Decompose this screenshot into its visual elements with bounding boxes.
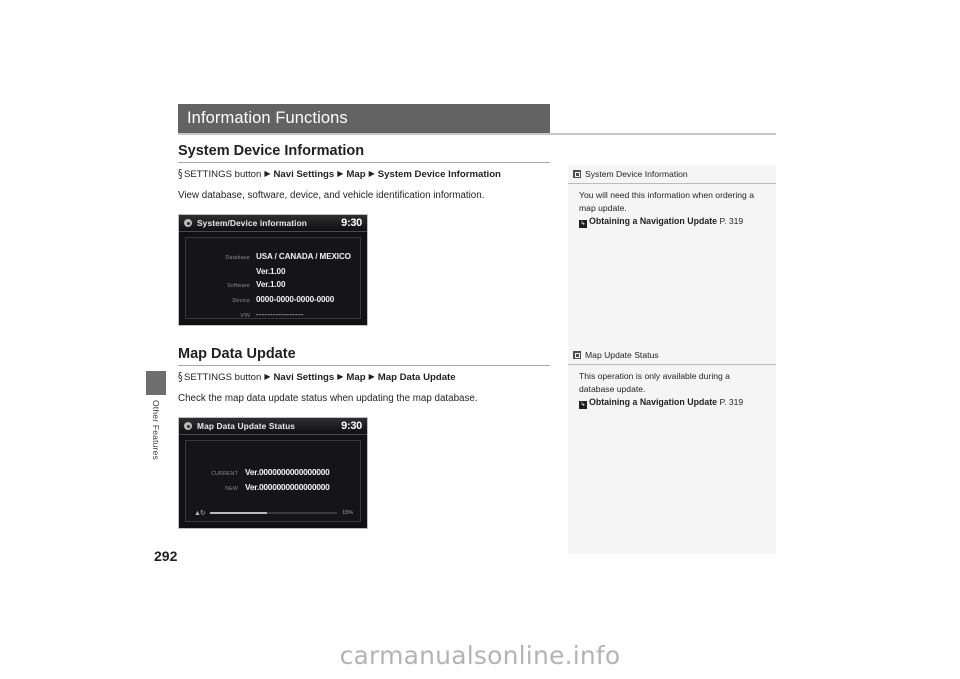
jump-reference-icon: ↳ [579, 401, 587, 409]
nav-info-row: Software Ver.1.00 [186, 278, 360, 293]
page-title: Information Functions [187, 109, 348, 127]
nav-info-row: VIN ----------------- [186, 308, 360, 323]
page-title-band: Information Functions [178, 104, 550, 133]
nav-screen-titlebar: System/Device information 9:30 [179, 215, 367, 232]
breadcrumb-arrow-icon: ▶ [264, 169, 271, 178]
progress-track [210, 512, 338, 514]
sidebar-note-reference[interactable]: ↳ Obtaining a Navigation Update P. 319 [579, 215, 766, 228]
sidebar-note-header: Map Update Status [568, 346, 776, 365]
breadcrumb-arrow-icon: ▶ [337, 372, 344, 381]
breadcrumb-arrow-icon: ▶ [368, 169, 375, 178]
breadcrumb-button-label: SETTINGS button [184, 169, 262, 180]
nav-screenshot-map-data-update: Map Data Update Status 9:30 CURRENT Ver.… [178, 417, 368, 529]
reference-page: P. 319 [719, 397, 744, 407]
nav-info-row: Ver.1.00 [186, 265, 360, 278]
settings-button-icon: § [178, 371, 183, 385]
main-content: System Device Information § SETTINGS butt… [178, 140, 553, 529]
nav-screen-body: Database USA / CANADA / MEXICO Ver.1.00 … [185, 237, 361, 319]
sidebar-note-text: This operation is only available during … [579, 371, 730, 394]
nav-screen-body: CURRENT Ver.0000000000000000 NEW Ver.000… [185, 440, 361, 522]
heading-rule [178, 162, 550, 163]
breadcrumb: § SETTINGS button ▶ Navi Settings ▶ Map ▶ Map D… [178, 370, 553, 385]
title-rule [178, 133, 776, 135]
section-heading: Map Data Update [178, 346, 296, 362]
note-icon [573, 170, 581, 178]
nav-screen-title: Map Data Update Status [197, 421, 296, 431]
nav-version-row: CURRENT Ver.0000000000000000 [186, 466, 360, 481]
section-system-device-information: System Device Information § SETTINGS butt… [178, 140, 553, 326]
note-icon [573, 351, 581, 359]
nav-info-value: ----------------- [256, 310, 304, 319]
nav-version-label: NEW [225, 486, 238, 492]
section-description: View database, software, device, and veh… [178, 190, 485, 201]
section-heading: System Device Information [178, 143, 365, 159]
nav-version-value: Ver.0000000000000000 [245, 467, 330, 477]
nav-info-value: 0000-0000-0000-0000 [256, 295, 335, 304]
watermark: carmanualsonline.info [339, 641, 621, 670]
nav-info-list: Database USA / CANADA / MEXICO Ver.1.00 … [186, 238, 360, 323]
side-tab-marker [146, 371, 166, 395]
sidebar-note-text: You will need this information when orde… [579, 190, 755, 213]
nav-info-row: Device 0000-0000-0000-0000 [186, 293, 360, 308]
nav-info-value: Ver.1.00 [256, 280, 286, 289]
nav-screenshot-system-device: System/Device information 9:30 Database … [178, 214, 368, 326]
side-tab-label: Other Features [151, 400, 161, 460]
section-description: Check the map data update status when up… [178, 393, 478, 404]
nav-screen-title: System/Device information [197, 218, 308, 228]
sidebar-notes: System Device Information You will need … [568, 165, 776, 554]
sidebar-note-body: You will need this information when orde… [568, 184, 776, 233]
nav-info-label: Software [227, 283, 250, 289]
nav-screen-titlebar: Map Data Update Status 9:30 [179, 418, 367, 435]
side-tab: Other Features [146, 371, 166, 460]
section-map-data-update: Map Data Update § SETTINGS button ▶ Navi Se… [178, 343, 553, 529]
nav-info-label: Database [225, 255, 250, 261]
reference-title: Obtaining a Navigation Update [589, 397, 718, 407]
breadcrumb-step-1: Navi Settings [273, 372, 335, 383]
nav-version-value: Ver.0000000000000000 [245, 482, 330, 492]
jump-reference-icon: ↳ [579, 220, 587, 228]
clock: 9:30 [341, 217, 362, 229]
breadcrumb-step-2: Map [346, 169, 366, 180]
sidebar-note-header: System Device Information [568, 165, 776, 184]
breadcrumb: § SETTINGS button ▶ Navi Settings ▶ Map ▶ Syste… [178, 167, 553, 182]
breadcrumb-step-3: System Device Information [377, 169, 501, 180]
nav-version-row: NEW Ver.0000000000000000 [186, 481, 360, 496]
update-progress: ▲↻ 15% [186, 509, 360, 517]
settings-button-icon: § [178, 168, 183, 182]
nav-version-list: CURRENT Ver.0000000000000000 NEW Ver.000… [186, 441, 360, 496]
sidebar-note: Map Update Status This operation is only… [568, 346, 776, 414]
breadcrumb-button-label: SETTINGS button [184, 372, 262, 383]
nav-info-label: Device [232, 298, 250, 304]
update-arrow-icon: ▲↻ [194, 510, 206, 517]
nav-version-label: CURRENT [211, 471, 238, 477]
reference-title: Obtaining a Navigation Update [589, 216, 718, 226]
breadcrumb-step-1: Navi Settings [273, 169, 335, 180]
breadcrumb-arrow-icon: ▶ [337, 169, 344, 178]
breadcrumb-arrow-icon: ▶ [264, 372, 271, 381]
nav-info-row: Database USA / CANADA / MEXICO [186, 250, 360, 265]
gear-icon [184, 219, 192, 227]
gear-icon [184, 422, 192, 430]
progress-percent-label: 15% [342, 510, 353, 516]
nav-info-value: USA / CANADA / MEXICO [256, 252, 351, 261]
sidebar-note: System Device Information You will need … [568, 165, 776, 233]
reference-page: P. 319 [719, 216, 744, 226]
sidebar-note-title: System Device Information [585, 169, 688, 179]
sidebar-note-reference[interactable]: ↳ Obtaining a Navigation Update P. 319 [579, 396, 766, 409]
page-number: 292 [154, 548, 178, 564]
breadcrumb-step-2: Map [346, 372, 366, 383]
heading-rule [178, 365, 550, 366]
progress-fill [210, 512, 268, 514]
sidebar-note-title: Map Update Status [585, 350, 659, 360]
nav-info-value: Ver.1.00 [256, 267, 286, 276]
sidebar-note-body: This operation is only available during … [568, 365, 776, 414]
breadcrumb-step-3: Map Data Update [377, 372, 456, 383]
breadcrumb-arrow-icon: ▶ [368, 372, 375, 381]
clock: 9:30 [341, 420, 362, 432]
nav-info-label: VIN [240, 313, 250, 319]
manual-page: Other Features 292 Information Functions… [0, 0, 960, 679]
